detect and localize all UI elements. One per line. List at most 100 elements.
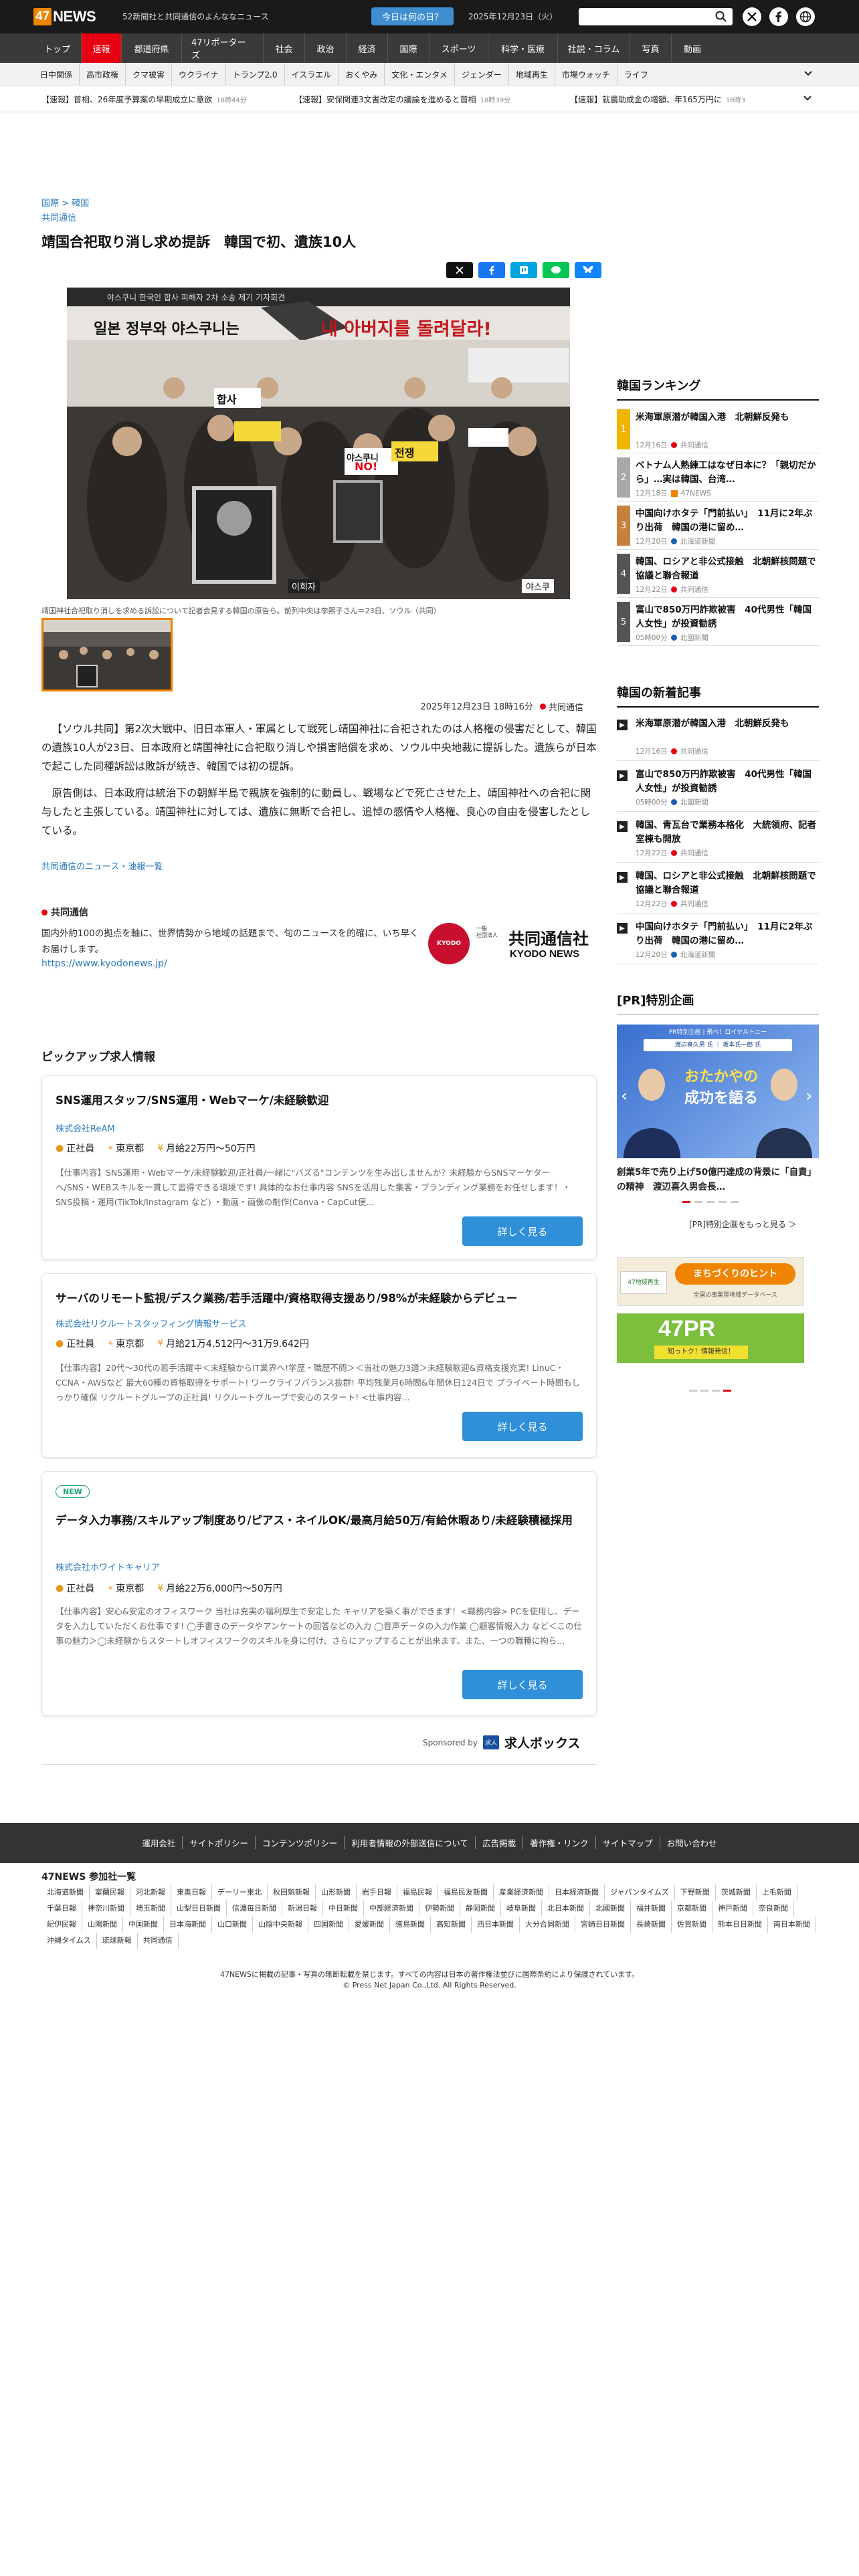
partner-link[interactable]: 四国新聞: [308, 1917, 349, 1933]
partner-link[interactable]: 岩手日報: [357, 1885, 397, 1901]
carousel-prev-icon[interactable]: ‹: [621, 1086, 628, 1106]
topic-item[interactable]: 文化・エンタメ: [385, 63, 455, 86]
partner-link[interactable]: 佐賀新聞: [672, 1917, 712, 1933]
topic-item[interactable]: ライフ: [617, 63, 655, 86]
footer-link[interactable]: お問い合わせ: [660, 1836, 724, 1849]
new-article-item[interactable]: ▶ 米海軍原潜が韓国入港 北朝鮮反発も 12月16日 共同通信: [617, 717, 819, 761]
partner-link[interactable]: 福島民報: [397, 1885, 438, 1901]
sponsor[interactable]: Sponsored by 求人 求人ボックス: [423, 1733, 580, 1751]
topic-item[interactable]: イスラエル: [285, 63, 339, 86]
partner-link[interactable]: 茨城新聞: [716, 1885, 757, 1901]
footer-link[interactable]: 著作権・リンク: [523, 1836, 596, 1849]
ranking-item[interactable]: 1 米海軍原潜が韓国入港 北朝鮮反発も 12月16日 共同通信: [617, 409, 819, 453]
47pr-banner[interactable]: 47PR 知っトク！情報発信！: [617, 1313, 804, 1363]
ticker-item[interactable]: 【速報】就農助成金の増額、年165万円に 18時3: [570, 94, 745, 105]
share-bluesky-icon[interactable]: [575, 262, 601, 278]
partner-link[interactable]: 中日新聞: [323, 1901, 364, 1917]
job-card[interactable]: NEW データ入力事務/スキルアップ制度あり/ピアス・ネイルOK/最高月給50万…: [41, 1471, 597, 1716]
machizukuri-banner[interactable]: 47地域再生 まちづくりのヒント 全国の事業型地域データベース: [617, 1257, 804, 1306]
partner-link[interactable]: 下野新聞: [675, 1885, 716, 1901]
new-article-item[interactable]: ▶ 韓国、青瓦台で業務本格化 大統領府、記者室棟も開放 12月22日 共同通信: [617, 819, 819, 863]
job-detail-button[interactable]: 詳しく見る: [462, 1216, 583, 1246]
nav-item-video[interactable]: 動画: [672, 33, 713, 63]
partner-link[interactable]: デーリー東北: [212, 1885, 268, 1901]
footer-link[interactable]: サイトポリシー: [183, 1836, 256, 1849]
partner-link[interactable]: 日本経済新聞: [549, 1885, 605, 1901]
partner-link[interactable]: 大分合同新聞: [520, 1917, 575, 1933]
breadcrumb-korea[interactable]: 韓国: [72, 199, 89, 209]
partner-link[interactable]: 産業経済新聞: [494, 1885, 549, 1901]
partner-link[interactable]: 福島民友新聞: [438, 1885, 494, 1901]
partner-link[interactable]: 伊勢新聞: [419, 1901, 460, 1917]
job-title[interactable]: SNS運用スタッフ/SNS運用・Webマーケ/未経験歓迎: [56, 1092, 584, 1109]
carousel-next-icon[interactable]: ›: [805, 1086, 812, 1106]
topic-item[interactable]: 日中関係: [33, 63, 80, 86]
partner-link[interactable]: 神戸新聞: [712, 1901, 753, 1917]
partner-link[interactable]: 河北新報: [130, 1885, 171, 1901]
search-icon[interactable]: [714, 10, 728, 23]
site-logo[interactable]: 47 NEWS: [33, 7, 96, 27]
x-icon[interactable]: [743, 7, 761, 26]
pr-more-link[interactable]: [PR]特別企画をもっと見る ＞: [689, 1218, 797, 1230]
partner-link[interactable]: 奈良新聞: [753, 1901, 794, 1917]
partner-link[interactable]: 山陽新聞: [82, 1917, 123, 1933]
photo-thumbnail[interactable]: [41, 618, 173, 691]
chevron-down-icon[interactable]: [801, 67, 815, 80]
publisher-url[interactable]: https://www.kyodonews.jp/: [41, 958, 167, 969]
globe-icon[interactable]: [796, 7, 815, 26]
partner-link[interactable]: 熊本日日新聞: [712, 1917, 768, 1933]
topic-item[interactable]: ジェンダー: [455, 63, 509, 86]
job-card[interactable]: サーバのリモート監視/デスク業務/若手活躍中/資格取得支援あり/98%が未経験か…: [41, 1273, 597, 1458]
nav-item-economy[interactable]: 経済: [347, 33, 388, 63]
pr-title[interactable]: 創業5年で売り上げ50億円達成の背景に「自責」の精神 渡辺喜久男会長…: [617, 1165, 819, 1194]
share-facebook-icon[interactable]: [478, 262, 505, 278]
nav-item-reporters[interactable]: 47リポーターズ: [182, 33, 264, 63]
nav-item-editorial[interactable]: 社説・コラム: [558, 33, 630, 63]
kyodo-logo[interactable]: KYODO 一般 社団法人 共同通信社 KYODO NEWS: [428, 923, 595, 964]
footer-link[interactable]: サイトマップ: [596, 1836, 660, 1849]
partner-link[interactable]: 福井新聞: [631, 1901, 672, 1917]
share-hatena-icon[interactable]: [510, 262, 537, 278]
partner-link[interactable]: 南日本新聞: [768, 1917, 816, 1933]
ranking-item[interactable]: 4 韓国、ロシアと非公式接触 北朝鮮核問題で協議と聯合報道 12月22日 共同通信: [617, 554, 819, 598]
new-article-item[interactable]: ▶ 富山で850万円詐欺被害 40代男性「韓国人女性」が投資勧誘 05時00分北…: [617, 768, 819, 812]
nav-item-politics[interactable]: 政治: [305, 33, 347, 63]
topic-item[interactable]: ウクライナ: [172, 63, 226, 86]
partner-link[interactable]: 室蘭民報: [90, 1885, 130, 1901]
partner-link[interactable]: 中部経済新聞: [364, 1901, 419, 1917]
partner-link[interactable]: 岐阜新聞: [501, 1901, 542, 1917]
source-link[interactable]: 共同通信: [41, 211, 76, 223]
partner-link[interactable]: 中国新聞: [123, 1917, 164, 1933]
nav-item-sports[interactable]: スポーツ: [430, 33, 488, 63]
ranking-item[interactable]: 3 中国向けホタテ「門前払い」 11月に2年ぶり出荷 韓国の港に留め… 12月2…: [617, 506, 819, 550]
partner-link[interactable]: 山形新聞: [316, 1885, 357, 1901]
partner-link[interactable]: 琉球新報: [97, 1933, 138, 1949]
nav-item-prefectures[interactable]: 都道府県: [122, 33, 182, 63]
partner-link[interactable]: 北國新聞: [590, 1901, 631, 1917]
partner-link[interactable]: 京都新聞: [672, 1901, 712, 1917]
topic-item[interactable]: おくやみ: [339, 63, 385, 86]
today-button[interactable]: 今日は何の日？: [371, 7, 454, 25]
partner-link[interactable]: 徳島新聞: [390, 1917, 431, 1933]
job-title[interactable]: サーバのリモート監視/デスク業務/若手活躍中/資格取得支援あり/98%が未経験か…: [56, 1290, 584, 1307]
topic-item[interactable]: トランプ2.0: [226, 63, 285, 86]
nav-item-society[interactable]: 社会: [264, 33, 305, 63]
partner-link[interactable]: 宮崎日日新聞: [575, 1917, 631, 1933]
footer-link[interactable]: 利用者情報の外部送信について: [345, 1836, 476, 1849]
job-detail-button[interactable]: 詳しく見る: [462, 1670, 583, 1699]
partner-link[interactable]: 山口新聞: [212, 1917, 253, 1933]
partner-link[interactable]: 新潟日報: [282, 1901, 323, 1917]
nav-item-breaking[interactable]: 速報: [82, 33, 122, 63]
partner-link[interactable]: 日本海新聞: [164, 1917, 212, 1933]
share-line-icon[interactable]: [543, 262, 569, 278]
partner-link[interactable]: 紀伊民報: [41, 1917, 82, 1933]
facebook-icon[interactable]: [769, 7, 788, 26]
topic-item[interactable]: 地域再生: [509, 63, 555, 86]
partner-link[interactable]: 秋田魁新報: [268, 1885, 316, 1901]
pr-banner[interactable]: PR特別企画 | 飛べ！ロイヤルトニー 渡辺喜久男 氏 ｜ 坂本氏一郎 氏 おた…: [617, 1025, 819, 1158]
search-input[interactable]: [579, 8, 733, 25]
article-publisher[interactable]: 共同通信: [539, 700, 583, 713]
new-article-item[interactable]: ▶ 中国向けホタテ「門前払い」 11月に2年ぶり出荷 韓国の港に留め… 12月2…: [617, 920, 819, 964]
nav-item-international[interactable]: 国際: [388, 33, 430, 63]
job-detail-button[interactable]: 詳しく見る: [462, 1412, 583, 1441]
